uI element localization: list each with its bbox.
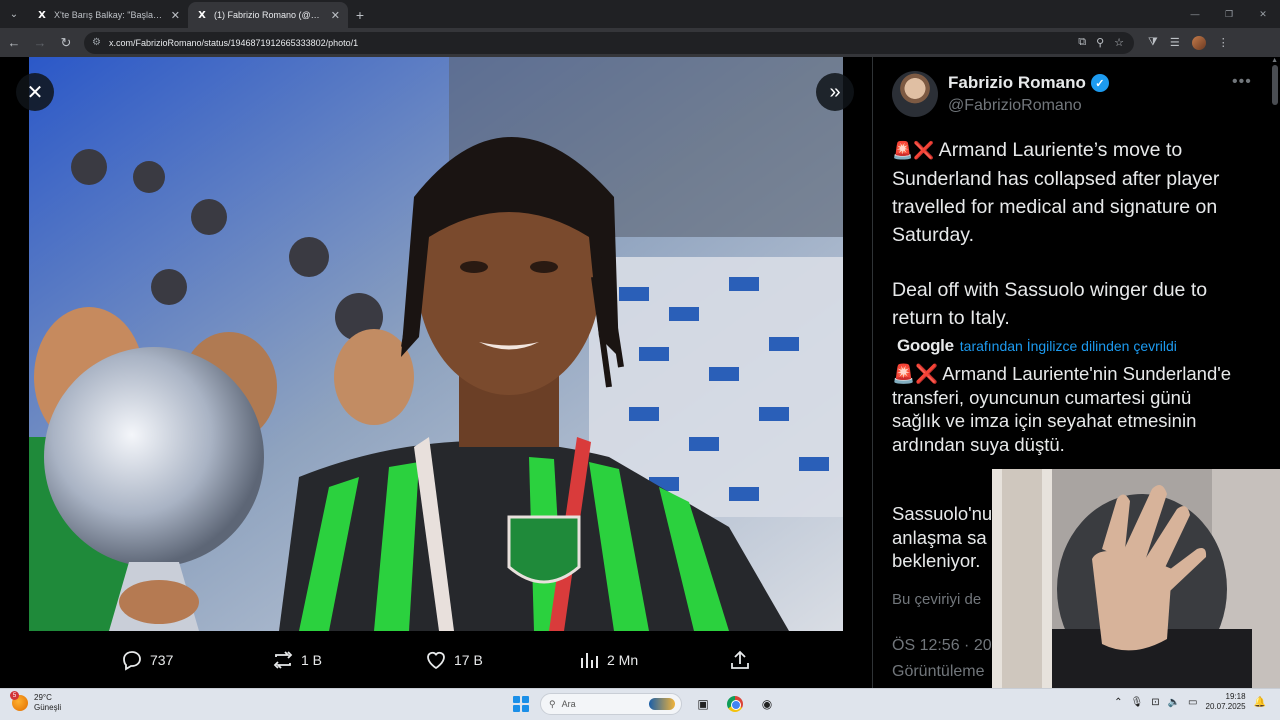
- translated-text-1: Armand Lauriente'nin Sunderland'e transf…: [892, 363, 1232, 455]
- chrome-app-icon[interactable]: [724, 693, 746, 715]
- x-logo-icon: X: [198, 9, 206, 21]
- notifications-icon[interactable]: 🔔: [1254, 697, 1266, 708]
- tab-title: X'te Barış Balkay: "Başladım. Se: [54, 10, 165, 20]
- reload-button[interactable]: ↻: [54, 31, 78, 55]
- repost-icon: [273, 651, 293, 669]
- translated-paragraph-1: 🚨❌ Armand Lauriente'nin Sunderland'e tra…: [892, 362, 1232, 456]
- battery-icon[interactable]: ▭: [1188, 697, 1197, 708]
- obs-app-icon[interactable]: ◉: [756, 693, 778, 715]
- tweet-text-paragraph-1: 🚨❌ Armand Lauriente’s move to Sunderland…: [892, 136, 1252, 249]
- address-bar[interactable]: ⚙ x.com/FabrizioRomano/status/1946871912…: [84, 31, 1134, 54]
- browser-toolbar: ← → ↻ ⚙ x.com/FabrizioRomano/status/1946…: [0, 28, 1280, 57]
- reply-button[interactable]: 737: [120, 640, 173, 680]
- temperature: 29°C: [34, 693, 52, 702]
- author-handle[interactable]: @FabrizioRomano: [948, 97, 1082, 115]
- expand-sidebar-button[interactable]: »: [816, 73, 854, 111]
- share-icon: [731, 650, 749, 669]
- tab-close-icon[interactable]: ✕: [171, 9, 180, 22]
- tweet-text-paragraph-2: Deal off with Sassuolo winger due to ret…: [892, 279, 1208, 329]
- back-button[interactable]: ←: [2, 31, 26, 55]
- clock[interactable]: 19:18 20.07.2025: [1206, 692, 1246, 712]
- microphone-icon[interactable]: 🎙: [1131, 697, 1144, 708]
- tray-overflow-icon[interactable]: ⌃: [1114, 697, 1122, 708]
- extensions-icon[interactable]: ⧩: [1148, 36, 1158, 49]
- player-photo: [29, 57, 843, 631]
- x-logo-icon: X: [38, 9, 46, 21]
- windows-taskbar: 5 29°C Güneşli ⚲ Ara ▣ ◉ ⌃ 🎙 ⊡ 🔈 ▭ 19:18…: [0, 688, 1280, 720]
- author-name[interactable]: Fabrizio Romano ✓: [948, 73, 1109, 93]
- repost-button[interactable]: 1 B: [271, 640, 322, 680]
- scroll-up-arrow-icon[interactable]: ▲: [1271, 57, 1278, 64]
- window-close-icon[interactable]: ✕: [1246, 0, 1280, 28]
- bookmark-star-icon[interactable]: ☆: [1114, 36, 1124, 49]
- siren-cross-emoji: 🚨❌: [892, 141, 935, 161]
- clock-time: 19:18: [1225, 692, 1246, 701]
- start-button[interactable]: [512, 695, 530, 713]
- webcam-overlay: [992, 469, 1280, 688]
- translation-attribution: Google tarafından İngilizce dilinden çev…: [897, 336, 1177, 356]
- siren-cross-emoji: 🚨❌: [892, 363, 939, 384]
- share-button[interactable]: [728, 640, 752, 680]
- notification-badge: 5: [10, 691, 19, 700]
- views-label: Görüntüleme: [892, 663, 985, 680]
- taskbar-center: ⚲ Ara ▣ ◉: [512, 693, 778, 715]
- tab-search-menu-icon[interactable]: ⌄: [0, 0, 28, 28]
- clock-date: 20.07.2025: [1205, 702, 1246, 711]
- tab-close-icon[interactable]: ✕: [331, 9, 340, 22]
- browser-tab-2[interactable]: X (1) Fabrizio Romano (@Fabrizio ✕: [188, 2, 348, 28]
- like-button[interactable]: 17 B: [424, 640, 483, 680]
- google-logo: Google: [897, 336, 954, 355]
- zoom-icon[interactable]: ⚲: [1096, 36, 1104, 49]
- view-count: 2 Mn: [607, 652, 639, 668]
- maximize-icon[interactable]: ❐: [1212, 0, 1246, 28]
- search-highlight-image: [649, 698, 675, 710]
- pane-scrollbar[interactable]: [1272, 65, 1278, 105]
- author-avatar[interactable]: [892, 71, 938, 117]
- tab-title: (1) Fabrizio Romano (@Fabrizio: [214, 10, 325, 20]
- like-count: 17 B: [454, 652, 483, 668]
- analytics-icon: [581, 653, 598, 668]
- views-button[interactable]: 2 Mn: [577, 640, 638, 680]
- profile-avatar[interactable]: [1191, 35, 1206, 50]
- webcam-feed: [992, 469, 1280, 688]
- more-options-icon[interactable]: •••: [1232, 73, 1252, 91]
- url-text: x.com/FabrizioRomano/status/194687191266…: [108, 37, 359, 48]
- close-viewer-button[interactable]: ✕: [16, 73, 54, 111]
- tweet-timestamp[interactable]: ÖS 12:56 · 20: [892, 637, 992, 655]
- search-icon: ⚲: [549, 698, 556, 709]
- browser-menu-icon[interactable]: ⋮: [1218, 36, 1229, 49]
- taskbar-search[interactable]: ⚲ Ara: [540, 693, 682, 715]
- window-controls: — ❐ ✕: [1178, 0, 1280, 28]
- browser-tab-1[interactable]: X X'te Barış Balkay: "Başladım. Se ✕: [28, 2, 188, 28]
- sun-icon: 5: [10, 691, 28, 711]
- browser-tabstrip: ⌄ X X'te Barış Balkay: "Başladım. Se ✕ X…: [0, 0, 1280, 28]
- volume-icon[interactable]: 🔈: [1168, 697, 1180, 708]
- site-info-icon[interactable]: ⚙: [92, 37, 101, 48]
- translation-source-link[interactable]: tarafından İngilizce dilinden çevrildi: [960, 338, 1177, 354]
- repost-count: 1 B: [301, 652, 323, 668]
- reply-icon: [123, 651, 141, 671]
- heart-icon: [427, 651, 445, 670]
- author-name-text: Fabrizio Romano: [948, 73, 1086, 92]
- search-placeholder: Ara: [561, 699, 576, 709]
- tweet-action-bar: 737 1 B 17 B 2 Mn: [0, 640, 872, 680]
- new-tab-button[interactable]: +: [348, 2, 372, 28]
- system-tray: ⌃ 🎙 ⊡ 🔈 ▭ 19:18 20.07.2025 🔔: [1114, 692, 1266, 712]
- install-app-icon[interactable]: ⧉: [1078, 36, 1086, 49]
- weather-condition: Güneşli: [34, 703, 62, 712]
- minimize-icon[interactable]: —: [1178, 0, 1212, 28]
- task-view-icon[interactable]: ▣: [692, 693, 714, 715]
- weather-widget[interactable]: 5 29°C Güneşli: [10, 691, 62, 713]
- tweet-text-1: Armand Lauriente’s move to Sunderland ha…: [892, 139, 1220, 246]
- reply-count: 737: [150, 652, 174, 668]
- verified-badge-icon: ✓: [1090, 74, 1109, 92]
- network-icon[interactable]: ⊡: [1151, 697, 1159, 708]
- forward-button[interactable]: →: [28, 31, 52, 55]
- rate-translation-link[interactable]: Bu çeviriyi de: [892, 591, 981, 608]
- tweet-photo: [29, 57, 843, 631]
- reading-list-icon[interactable]: ☰: [1170, 36, 1180, 49]
- photo-viewer: ✕ » 737 1 B 17 B 2 Mn: [0, 57, 872, 688]
